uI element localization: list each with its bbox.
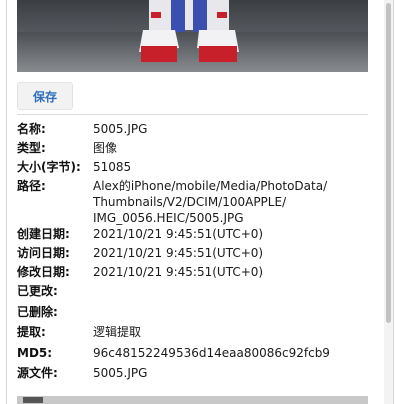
property-value: 图像 xyxy=(93,141,118,155)
figurine-image xyxy=(139,0,239,62)
property-value: Alex的iPhone/mobile/Media/PhotoData/ Thum… xyxy=(93,179,328,225)
image-preview[interactable] xyxy=(17,0,368,72)
property-label: 已更改: xyxy=(17,284,58,298)
section-label-stub xyxy=(23,397,43,403)
panel-left-border xyxy=(6,0,7,404)
property-label: 修改日期: xyxy=(17,265,70,279)
property-label: 源文件: xyxy=(17,366,58,380)
property-value: 逻辑提取 xyxy=(93,325,142,339)
property-label: 名称: xyxy=(17,122,46,136)
property-value: 5005.JPG xyxy=(93,122,148,136)
window-edge xyxy=(393,0,401,404)
property-value: 51085 xyxy=(93,160,132,174)
property-label: 访问日期: xyxy=(17,246,70,260)
property-label: 类型: xyxy=(17,141,46,155)
property-value: 96c48152249536d14eaa80086c92fcb9 xyxy=(93,346,330,360)
property-label: 已删除: xyxy=(17,305,58,319)
property-label: 路径: xyxy=(17,179,46,193)
property-label: 大小(字节): xyxy=(17,160,81,174)
properties-panel: 保存 名称: 5005.JPG 类型: 图像 大小(字节): 51085 路径: Alex的i… xyxy=(0,0,384,404)
property-label: 提取: xyxy=(17,325,46,339)
save-button[interactable]: 保存 xyxy=(17,82,73,110)
property-value: 2021/10/21 9:45:51(UTC+0) xyxy=(93,227,264,241)
property-label: 创建日期: xyxy=(17,227,70,241)
scrollbar-thumb[interactable] xyxy=(386,3,391,323)
property-label: MD5: xyxy=(17,346,53,360)
property-value: 2021/10/21 9:45:51(UTC+0) xyxy=(93,265,264,279)
next-section-header[interactable] xyxy=(17,396,368,404)
property-value: 5005.JPG xyxy=(93,366,148,380)
divider xyxy=(17,114,368,115)
property-value: 2021/10/21 9:45:51(UTC+0) xyxy=(93,246,264,260)
